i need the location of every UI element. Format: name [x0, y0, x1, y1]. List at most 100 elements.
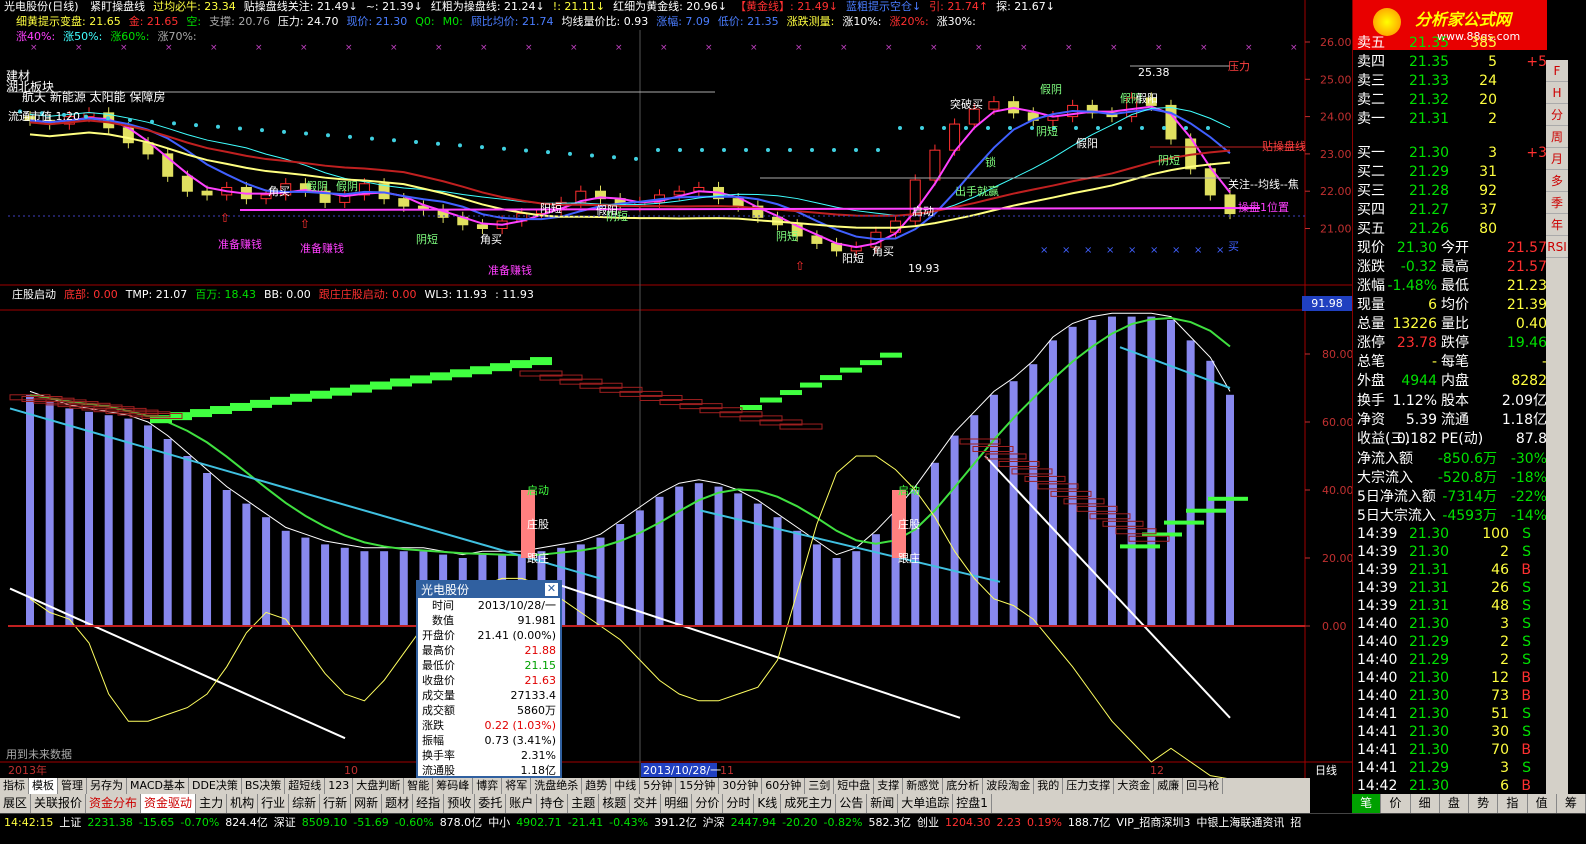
indicator-tab[interactable]: 博弈 [473, 778, 503, 794]
indicator-tab[interactable]: 30分钟 [719, 778, 763, 794]
status-item: 8509.10 [301, 816, 348, 829]
function-tab[interactable]: 预收 [444, 794, 476, 813]
panel-tab[interactable]: 细 [1411, 794, 1440, 813]
function-tab[interactable]: 主题 [568, 794, 600, 813]
function-tab[interactable]: 关联报价 [31, 794, 87, 813]
panel-tab[interactable]: 价 [1381, 794, 1411, 813]
popup-row-value: 2013/10/28/一 [477, 599, 556, 612]
function-tab[interactable]: K线 [754, 794, 782, 813]
indicator-tab[interactable]: 底分析 [943, 778, 984, 794]
tick-row-cell: 3 [1500, 760, 1509, 776]
function-tab[interactable]: 题材 [382, 794, 414, 813]
indicator-tab[interactable]: 智能 [404, 778, 434, 794]
indicator-tab[interactable]: 60分钟 [762, 778, 806, 794]
indicator-tab[interactable]: 筹码峰 [433, 778, 474, 794]
indicator-tab[interactable]: 洗盘绝杀 [531, 778, 583, 794]
function-tab[interactable]: 分价 [692, 794, 724, 813]
header-field-10: 探: 21.67↓ [996, 0, 1056, 13]
flow-row-cell: -30% [1510, 451, 1547, 467]
period-button[interactable]: 分 [1546, 104, 1568, 126]
tick-row-cell: 21.30 [1409, 526, 1450, 542]
indicator-tab[interactable]: 威廉 [1154, 778, 1184, 794]
indicator-tab[interactable]: BS决策 [242, 778, 286, 794]
dot-marker [414, 140, 418, 144]
panel-tab[interactable]: 值 [1528, 794, 1557, 813]
indicator-tab[interactable]: 我的 [1034, 778, 1064, 794]
period-button[interactable]: 季 [1546, 192, 1568, 214]
popup-close-icon[interactable]: ✕ [545, 583, 558, 596]
function-tab[interactable]: 展区 [0, 794, 32, 813]
panel-tab[interactable]: 势 [1469, 794, 1499, 813]
indicator-tab[interactable]: 将军 [502, 778, 532, 794]
period-button[interactable]: 月 [1546, 148, 1568, 170]
indicator-tab[interactable]: 趋势 [582, 778, 612, 794]
popup-row: 换手率 2.31% [418, 748, 560, 763]
indicator-tab[interactable]: 三剑 [805, 778, 835, 794]
stat-row-cell: 21.57 [1506, 259, 1547, 275]
stat-row-cell: - [1431, 354, 1437, 370]
pressure-label: 压力 [1228, 60, 1250, 73]
tick-row-cell: 14:39 [1357, 598, 1398, 614]
function-tab[interactable]: 机构 [227, 794, 259, 813]
indicator-tab[interactable]: 大资金 [1114, 778, 1155, 794]
function-tab[interactable]: 经指 [413, 794, 445, 813]
tick-row: 14:42 21.30 6 B [1353, 777, 1549, 795]
indicator-tab[interactable]: 15分钟 [676, 778, 720, 794]
function-tab[interactable]: 账户 [506, 794, 538, 813]
indicator-tab[interactable]: DDE决策 [189, 778, 242, 794]
indicator-tab[interactable]: MACD基本 [127, 778, 189, 794]
ind-field-7: : 11.93 [495, 288, 534, 301]
ask-row: 卖一 21.31 2 [1353, 110, 1549, 128]
function-tab[interactable]: 委托 [475, 794, 507, 813]
period-button[interactable]: RSI [1546, 236, 1568, 258]
period-button[interactable]: 周 [1546, 126, 1568, 148]
indicator-tab[interactable]: 123 [325, 778, 354, 794]
indicator-tab[interactable]: 波段淘金 [983, 778, 1035, 794]
function-tab[interactable]: 综新 [289, 794, 321, 813]
indicator-tab[interactable]: 大盘判断 [353, 778, 405, 794]
dot-marker [282, 129, 286, 134]
indicator-tab[interactable]: 支撑 [874, 778, 904, 794]
period-button[interactable]: F [1546, 60, 1568, 82]
indicator-tab[interactable]: 回马枪 [1183, 778, 1224, 794]
panel-tab[interactable]: 笔 [1352, 794, 1382, 813]
function-tab[interactable]: 交并 [630, 794, 662, 813]
function-tab[interactable]: 大单追踪 [898, 794, 954, 813]
function-tab[interactable]: 公告 [836, 794, 868, 813]
status-item: -21.41 [567, 816, 604, 829]
indicator-tab[interactable]: 模板 [29, 778, 58, 794]
tick-row-cell: 12 [1491, 670, 1509, 686]
function-tab[interactable]: 成死主力 [781, 794, 837, 813]
period-button[interactable]: 多 [1546, 170, 1568, 192]
function-tab[interactable]: 分时 [723, 794, 755, 813]
function-tab[interactable]: 核题 [599, 794, 631, 813]
function-tab[interactable]: 持仓 [537, 794, 569, 813]
function-tab[interactable]: 新闻 [867, 794, 899, 813]
indicator-tab[interactable]: 指标 [0, 778, 29, 794]
function-tab[interactable]: 控盘1 [953, 794, 992, 813]
stat-row-cell: 跌停 [1441, 335, 1469, 351]
panel-tab[interactable]: 盘 [1440, 794, 1469, 813]
indicator-tab[interactable]: 新感觉 [903, 778, 944, 794]
period-button[interactable]: H [1546, 82, 1568, 104]
indicator-tab[interactable]: 管理 [58, 778, 87, 794]
indicator-tab[interactable]: 中线 [611, 778, 641, 794]
function-tab[interactable]: 网新 [351, 794, 383, 813]
indicator-tab[interactable]: 超短线 [285, 778, 326, 794]
function-tab[interactable]: 行业 [258, 794, 290, 813]
function-tab[interactable]: 主力 [196, 794, 228, 813]
function-tab[interactable]: 资金驱动 [141, 794, 197, 813]
panel-tab[interactable]: 指 [1498, 794, 1528, 813]
period-button[interactable]: 年 [1546, 214, 1568, 236]
indicator-tab[interactable]: 另存为 [87, 778, 127, 794]
panel-tab[interactable]: 筹 [1557, 794, 1586, 813]
indicator-tab[interactable]: 5分钟 [640, 778, 677, 794]
function-tab[interactable]: 明细 [661, 794, 693, 813]
dot-marker [238, 126, 242, 131]
function-tab[interactable]: 行新 [320, 794, 352, 813]
bid-row-cell: 37 [1479, 202, 1497, 218]
chart-canvas[interactable]: 26.00 25.00 24.00 23.00 22.00 21.00 80.00 60.00… [0, 0, 1352, 778]
indicator-tab[interactable]: 压力支撑 [1063, 778, 1115, 794]
indicator-tab[interactable]: 短中盘 [834, 778, 875, 794]
function-tab[interactable]: 资金分布 [86, 794, 142, 813]
